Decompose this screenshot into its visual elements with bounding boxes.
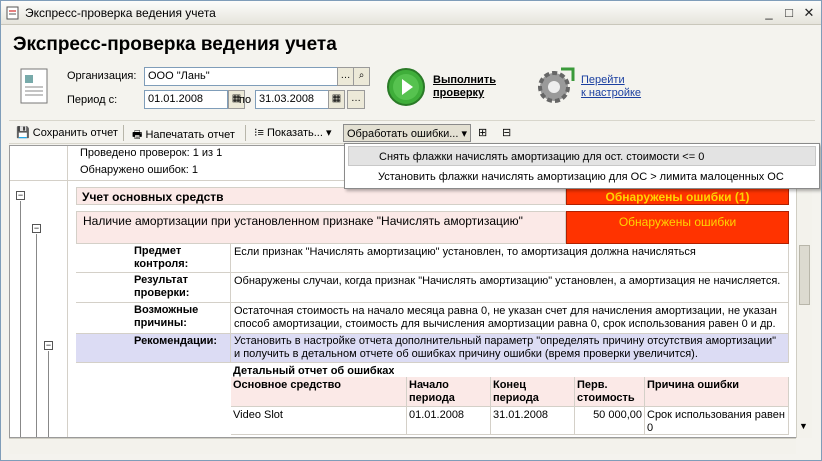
save-icon: 💾 bbox=[16, 127, 30, 139]
section-status-badge: Обнаружены ошибки (1) bbox=[566, 187, 789, 205]
detail-header: Причина ошибки bbox=[645, 377, 789, 407]
settings-gear-icon[interactable] bbox=[535, 65, 577, 107]
toolbar-separator bbox=[245, 125, 246, 141]
app-icon bbox=[6, 6, 19, 20]
page-title: Экспресс-проверка ведения учета bbox=[13, 34, 337, 55]
collapse-toggle[interactable]: − bbox=[44, 341, 53, 350]
toolbar-separator bbox=[123, 125, 124, 141]
row-label: Рекомендации: bbox=[76, 334, 231, 363]
detail-cell: 31.01.2008 bbox=[491, 407, 575, 435]
row-text: Остаточная стоимость на начало месяца ра… bbox=[231, 303, 789, 334]
row-text: Обнаружены случаи, когда признак "Начисл… bbox=[231, 273, 789, 303]
print-report-button[interactable]: 🖶 Напечатать отчет bbox=[129, 124, 238, 142]
show-icon: ⁝≡ bbox=[254, 127, 264, 139]
minimize-button[interactable]: _ bbox=[760, 5, 778, 21]
section-title: Учет основных средств bbox=[76, 187, 566, 205]
scroll-thumb[interactable] bbox=[799, 245, 810, 305]
detail-title: Детальный отчет об ошибках bbox=[233, 365, 395, 377]
close-button[interactable]: ✕ bbox=[800, 5, 818, 21]
detail-cell: 50 000,00 bbox=[575, 407, 645, 435]
detail-cell: 01.01.2008 bbox=[407, 407, 491, 435]
period-to-input[interactable]: 31.03.2008 bbox=[255, 90, 329, 109]
check-status-badge: Обнаружены ошибки bbox=[566, 211, 789, 244]
row-text: Установить в настройке отчета дополнител… bbox=[231, 334, 789, 363]
collapse-all-icon[interactable]: ⊟ bbox=[499, 124, 514, 142]
errors-found-text: Обнаружено ошибок: 1 bbox=[80, 164, 198, 176]
horizontal-scrollbar[interactable] bbox=[9, 438, 796, 454]
report-document-icon bbox=[20, 68, 48, 104]
detail-header: Перв. стоимость bbox=[575, 377, 645, 407]
org-select-button[interactable]: … bbox=[337, 67, 354, 86]
tree-line bbox=[48, 351, 49, 437]
org-label: Организация: bbox=[67, 70, 137, 82]
check-title: Наличие амортизации при установленном пр… bbox=[76, 211, 566, 244]
org-search-icon[interactable]: ⌕ bbox=[353, 67, 370, 86]
run-check-link[interactable]: Выполнить проверку bbox=[433, 74, 496, 100]
period-to-label: по bbox=[239, 94, 252, 106]
period-from-label: Период с: bbox=[67, 94, 118, 106]
row-label: Результат проверки: bbox=[76, 273, 231, 303]
detail-header: Основное средство bbox=[231, 377, 407, 407]
print-icon: 🖶 bbox=[132, 129, 143, 141]
menu-item-clear-flags[interactable]: Снять флажки начислять амортизацию для о… bbox=[348, 146, 816, 166]
tree-line bbox=[36, 234, 37, 437]
settings-link[interactable]: Перейти к настройке bbox=[581, 74, 641, 100]
detail-cell: Video Slot bbox=[231, 407, 407, 435]
row-text: Если признак "Начислять амортизацию" уст… bbox=[231, 244, 789, 273]
menu-item-set-flags[interactable]: Установить флажки начислять амортизацию … bbox=[348, 167, 816, 187]
detail-header: Начало периода bbox=[407, 377, 491, 407]
process-errors-menu: Снять флажки начислять амортизацию для о… bbox=[344, 143, 820, 189]
toolbar: 💾 Сохранить отчет 🖶 Напечатать отчет ⁝≡ … bbox=[9, 120, 815, 144]
row-label: Предмет контроля: bbox=[76, 244, 231, 273]
maximize-button[interactable]: □ bbox=[780, 5, 798, 21]
collapse-toggle[interactable]: − bbox=[32, 224, 41, 233]
org-input[interactable]: ООО "Лань" bbox=[144, 67, 338, 86]
tree-line bbox=[20, 201, 21, 437]
checks-done-text: Проведено проверок: 1 из 1 bbox=[80, 147, 223, 159]
detail-header: Конец периода bbox=[491, 377, 575, 407]
dropdown-arrow-icon: ▾ bbox=[461, 128, 467, 140]
detail-cell: Срок использования равен 0 bbox=[645, 407, 789, 435]
window-title: Экспресс-проверка ведения учета bbox=[25, 6, 216, 20]
run-check-icon[interactable] bbox=[386, 67, 426, 107]
title-bar: Экспресс-проверка ведения учета _ □ ✕ bbox=[1, 1, 821, 25]
process-errors-button[interactable]: Обработать ошибки... ▾ bbox=[343, 124, 471, 142]
expand-all-icon[interactable]: ⊞ bbox=[475, 124, 490, 142]
period-to-calendar-icon[interactable]: ▦ bbox=[328, 90, 345, 109]
scroll-down-icon[interactable]: ▼ bbox=[799, 421, 808, 431]
dropdown-arrow-icon: ▾ bbox=[325, 127, 332, 139]
show-menu-button[interactable]: ⁝≡ Показать... ▾ bbox=[251, 124, 335, 142]
row-label: Возможные причины: bbox=[76, 303, 231, 334]
main-window: Экспресс-проверка ведения учета _ □ ✕ Эк… bbox=[0, 0, 822, 461]
period-from-input[interactable]: 01.01.2008 bbox=[144, 90, 228, 109]
period-select-button[interactable]: … bbox=[347, 90, 365, 109]
save-report-button[interactable]: 💾 Сохранить отчет bbox=[13, 124, 121, 142]
collapse-toggle[interactable]: − bbox=[16, 191, 25, 200]
